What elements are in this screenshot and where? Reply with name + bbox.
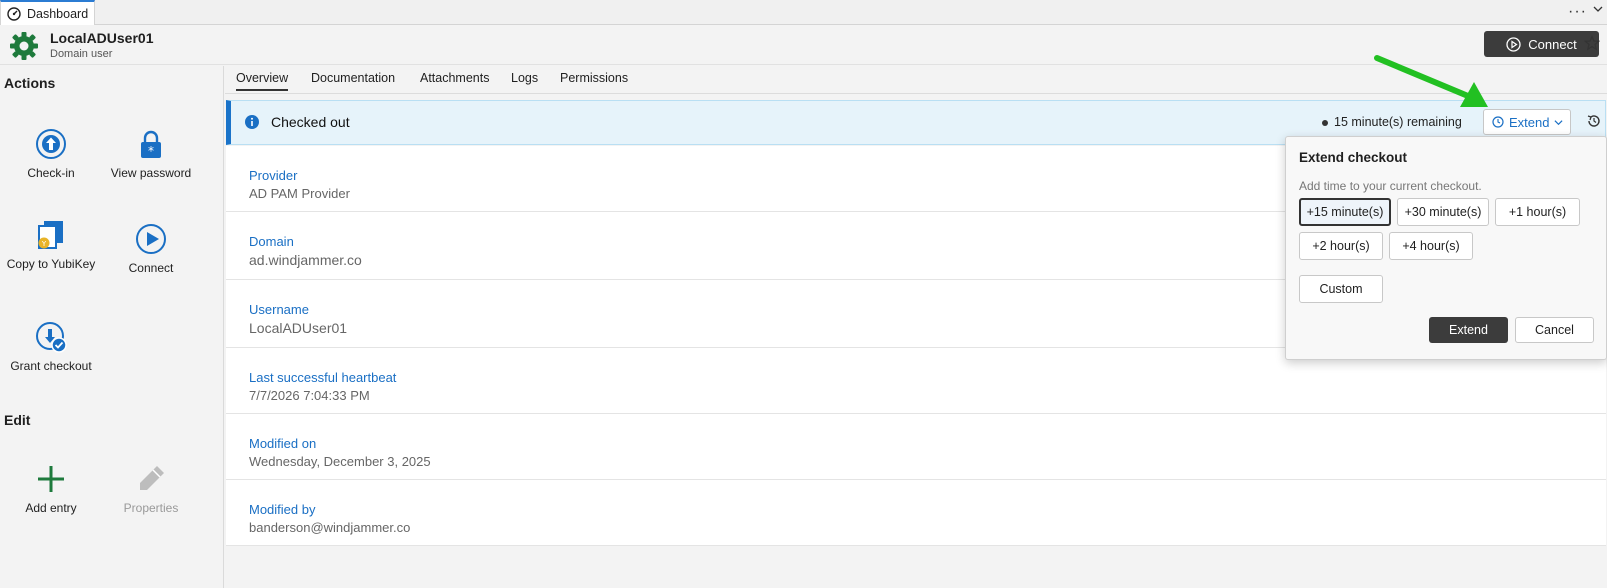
view-password-action[interactable]: * View password: [101, 128, 201, 180]
grant-checkout-icon: [36, 322, 67, 353]
popup-title: Extend checkout: [1299, 150, 1408, 165]
info-icon: [245, 115, 259, 129]
yubikey-copy-icon: Y: [38, 221, 63, 249]
tab-dashboard[interactable]: Dashboard: [0, 0, 95, 25]
option-15-minutes[interactable]: +15 minute(s): [1299, 198, 1391, 226]
extend-dropdown-label: Extend: [1509, 114, 1550, 130]
copy-to-yubikey-label: Copy to YubiKey: [6, 257, 96, 271]
connect-action-label: Connect: [128, 261, 174, 275]
tab-documentation[interactable]: Documentation: [311, 71, 395, 85]
entry-name: LocalADUser01: [50, 30, 154, 46]
field-label: Modified on: [249, 436, 317, 451]
upload-arrow-icon: [36, 129, 66, 159]
field-value: LocalADUser01: [249, 320, 348, 336]
play-circle-icon: [1506, 36, 1521, 52]
entry-gear-icon: [10, 32, 38, 60]
field-value: ad.windjammer.co: [249, 252, 362, 268]
history-icon[interactable]: [1586, 113, 1602, 129]
pencil-icon: [140, 466, 164, 490]
dashboard-icon: [7, 6, 21, 21]
edit-section-title: Edit: [4, 412, 31, 428]
option-1-hour[interactable]: +1 hour(s): [1495, 198, 1580, 226]
grant-checkout-label: Grant checkout: [10, 359, 92, 373]
field-label: Provider: [249, 168, 298, 183]
field-modified-on: Modified on Wednesday, December 3, 2025: [226, 414, 1606, 480]
extend-checkout-popup: Extend checkout Add time to your current…: [1285, 136, 1607, 360]
clock-icon: [1492, 116, 1504, 128]
option-4-hours[interactable]: +4 hour(s): [1389, 232, 1473, 260]
field-value: 7/7/2026 7:04:33 PM: [249, 388, 370, 403]
connect-button-label: Connect: [1528, 36, 1577, 52]
time-remaining: 15 minute(s) remaining: [1322, 115, 1462, 129]
favorite-star-icon[interactable]: [1584, 35, 1600, 51]
field-label: Domain: [249, 234, 294, 249]
actions-sidebar: Actions Check-in * View password Y Copy …: [0, 66, 224, 588]
option-30-minutes[interactable]: +30 minute(s): [1397, 198, 1489, 226]
chevron-down-icon[interactable]: [1593, 4, 1603, 14]
tab-label: Dashboard: [27, 6, 89, 21]
custom-button[interactable]: Custom: [1299, 275, 1383, 303]
entry-type: Domain user: [50, 48, 113, 60]
time-remaining-text: 15 minute(s) remaining: [1334, 115, 1462, 129]
field-modified-by: Modified by banderson@windjammer.co: [226, 480, 1606, 546]
field-label: Username: [249, 302, 309, 317]
connect-button[interactable]: Connect: [1484, 31, 1599, 57]
more-options-icon[interactable]: ···: [1568, 3, 1587, 21]
tab-permissions[interactable]: Permissions: [560, 71, 628, 85]
banner-title: Checked out: [271, 114, 350, 130]
lock-icon: *: [141, 130, 161, 158]
properties-action[interactable]: Properties: [101, 463, 201, 515]
properties-label: Properties: [123, 501, 179, 515]
view-password-label: View password: [110, 166, 192, 180]
cancel-button[interactable]: Cancel: [1515, 317, 1594, 343]
extend-button[interactable]: Extend: [1429, 317, 1508, 343]
field-value: banderson@windjammer.co: [249, 520, 411, 535]
add-entry-action[interactable]: Add entry: [1, 463, 101, 515]
copy-to-yubikey-action[interactable]: Y Copy to YubiKey: [1, 219, 101, 271]
field-value: Wednesday, December 3, 2025: [249, 454, 431, 469]
document-tab-strip: Dashboard ···: [0, 0, 1607, 25]
popup-subtitle: Add time to your current checkout.: [1299, 179, 1482, 193]
field-value: AD PAM Provider: [249, 186, 350, 201]
check-in-action[interactable]: Check-in: [1, 128, 101, 180]
grant-checkout-action[interactable]: Grant checkout: [1, 321, 101, 373]
status-dot-icon: [1322, 119, 1328, 126]
plus-icon: [38, 466, 64, 492]
svg-text:*: *: [148, 144, 154, 158]
check-in-label: Check-in: [27, 166, 75, 180]
svg-text:Y: Y: [41, 240, 47, 248]
chevron-down-icon: [1554, 119, 1563, 125]
entry-header: LocalADUser01 Domain user Connect: [0, 25, 1607, 65]
tab-overview[interactable]: Overview: [236, 71, 289, 91]
field-label: Last successful heartbeat: [249, 370, 397, 385]
connect-action[interactable]: Connect: [101, 223, 201, 275]
field-label: Modified by: [249, 502, 316, 517]
add-entry-label: Add entry: [25, 501, 77, 515]
annotation-arrow-icon: [1374, 55, 1488, 107]
tab-logs[interactable]: Logs: [511, 71, 538, 85]
actions-section-title: Actions: [4, 75, 56, 91]
tab-attachments[interactable]: Attachments: [420, 71, 489, 85]
play-circle-icon: [136, 224, 166, 254]
option-2-hours[interactable]: +2 hour(s): [1299, 232, 1383, 260]
